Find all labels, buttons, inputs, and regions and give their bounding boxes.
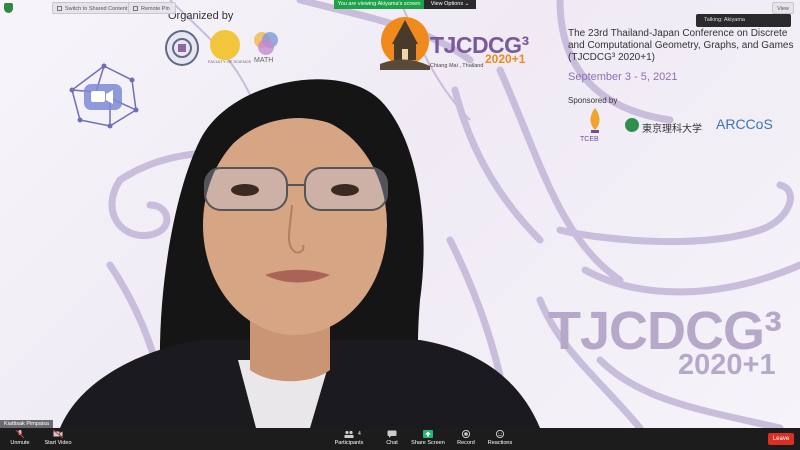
video-off-icon: [53, 430, 63, 438]
participants-count: 4: [358, 431, 361, 437]
viewing-message: You are viewing Akiyama's screen: [334, 0, 424, 9]
start-video-button[interactable]: Start Video: [38, 430, 78, 446]
viewing-banner: You are viewing Akiyama's screen View Op…: [334, 0, 476, 9]
participants-button[interactable]: Participants: [329, 430, 369, 446]
security-shield-icon[interactable]: [4, 3, 13, 13]
view-button[interactable]: View: [772, 2, 794, 14]
chat-label: Chat: [386, 440, 398, 446]
smiley-icon: [495, 430, 505, 438]
leave-button[interactable]: Leave: [768, 433, 794, 445]
remote-pin-button[interactable]: Remote Pin: [128, 2, 176, 14]
talking-indicator: Talking: Akiyama: [696, 14, 791, 27]
switch-icon: [57, 6, 62, 11]
meeting-toolbar: Unmute Start Video Participants 4 Chat S…: [0, 428, 800, 450]
speaker-video: [60, 79, 540, 428]
record-label: Record: [457, 440, 475, 446]
participants-label: Participants: [334, 440, 364, 446]
share-screen-label: Share Screen: [411, 440, 445, 446]
share-screen-button[interactable]: Share Screen: [408, 430, 448, 446]
participants-icon: [344, 430, 354, 438]
pin-icon: [133, 6, 138, 11]
unmute-label: Unmute: [10, 440, 30, 446]
switch-label: Switch to Shared Content: [65, 6, 128, 12]
view-options-button[interactable]: View Options ⌄: [424, 0, 476, 9]
participant-name-tag: Kiattisak Pimpaisa: [0, 420, 53, 428]
remote-pin-label: Remote Pin: [141, 6, 170, 12]
start-video-label: Start Video: [44, 440, 72, 446]
switch-to-shared-content-button[interactable]: Switch to Shared Content: [52, 2, 134, 14]
chat-icon: [387, 430, 397, 438]
meeting-top-bar: Switch to Shared Content Remote Pin You …: [0, 0, 800, 16]
shared-screen: Organized by FACULTY OF SCIENCE MATH TJC…: [0, 0, 800, 428]
reactions-label: Reactions: [487, 440, 513, 446]
share-screen-icon: [423, 430, 433, 438]
reactions-button[interactable]: Reactions: [480, 430, 520, 446]
unmute-button[interactable]: Unmute: [0, 430, 40, 446]
chat-button[interactable]: Chat: [372, 430, 412, 446]
participant-name: Kiattisak Pimpaisa: [4, 421, 49, 427]
record-icon: [461, 430, 471, 438]
muted-mic-icon: [15, 430, 25, 438]
